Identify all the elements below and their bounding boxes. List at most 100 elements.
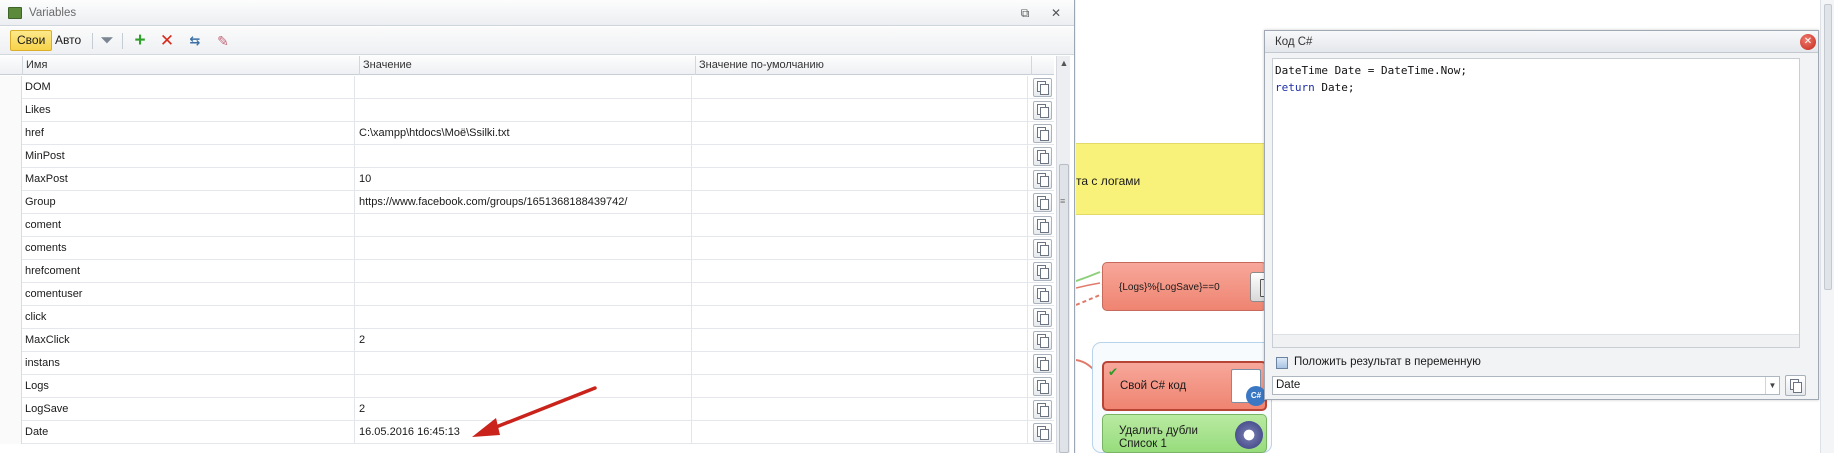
copy-value-icon[interactable] (1033, 239, 1052, 258)
table-row[interactable]: coments (0, 237, 1054, 260)
row-indicator[interactable] (0, 76, 22, 99)
variable-value-cell[interactable]: 2 (359, 329, 692, 352)
row-indicator[interactable] (0, 306, 22, 329)
condition-node[interactable]: {Logs}%{LogSave}==0 (1102, 262, 1276, 311)
variable-default-cell[interactable] (695, 375, 1028, 398)
close-dialog-icon[interactable]: ✕ (1800, 34, 1816, 50)
filter-icon[interactable]: ⏷ (98, 32, 116, 50)
variable-default-cell[interactable] (695, 99, 1028, 122)
variable-name-cell[interactable]: instans (25, 352, 355, 375)
variable-name-cell[interactable]: coments (25, 237, 355, 260)
row-indicator[interactable] (0, 398, 22, 421)
column-header-default[interactable]: Значение по-умолчанию (695, 56, 1031, 75)
table-row[interactable]: href C:\xampp\htdocs\Моё\Ssilki.txt (0, 122, 1054, 145)
variable-name-cell[interactable]: click (25, 306, 355, 329)
copy-value-icon[interactable] (1033, 354, 1052, 373)
canvas-vertical-scrollbar[interactable] (1820, 0, 1834, 453)
csharp-code-node[interactable]: Свой C# код (1102, 361, 1267, 411)
close-panel-icon[interactable]: ✕ (1048, 5, 1064, 21)
table-row[interactable]: instans (0, 352, 1054, 375)
copy-value-icon[interactable] (1033, 170, 1052, 189)
variable-name-cell[interactable]: href (25, 122, 355, 145)
variable-value-cell[interactable]: 10 (359, 168, 692, 191)
row-indicator[interactable] (0, 375, 22, 398)
table-row[interactable]: MinPost (0, 145, 1054, 168)
copy-value-icon[interactable] (1033, 262, 1052, 281)
auto-variables-toggle[interactable]: Авто (48, 30, 88, 51)
variable-value-cell[interactable] (359, 76, 692, 99)
variable-default-cell[interactable] (695, 191, 1028, 214)
copy-value-icon[interactable] (1033, 101, 1052, 120)
code-editor[interactable]: DateTime Date = DateTime.Now; return Dat… (1272, 58, 1800, 348)
variable-name-cell[interactable]: comentuser (25, 283, 355, 306)
table-vertical-scrollbar[interactable]: ▲ ≡ (1056, 56, 1070, 453)
copy-value-icon[interactable] (1033, 147, 1052, 166)
remove-duplicates-node[interactable]: Удалить дубли Список 1 (1102, 414, 1267, 453)
copy-value-icon[interactable] (1033, 400, 1052, 419)
copy-icon[interactable] (1785, 375, 1806, 396)
variable-value-cell[interactable] (359, 214, 692, 237)
variable-name-cell[interactable]: coment (25, 214, 355, 237)
code-horizontal-scrollbar[interactable] (1273, 334, 1799, 347)
variable-name-cell[interactable]: MaxPost (25, 168, 355, 191)
variable-value-cell[interactable] (359, 260, 692, 283)
variable-name-cell[interactable]: Group (25, 191, 355, 214)
variable-default-cell[interactable] (695, 76, 1028, 99)
variable-name-cell[interactable]: LogSave (25, 398, 355, 421)
variable-default-cell[interactable] (695, 122, 1028, 145)
variable-name-cell[interactable]: Date (25, 421, 355, 444)
row-indicator[interactable] (0, 168, 22, 191)
column-header-name[interactable]: Имя (22, 56, 359, 75)
variable-value-cell[interactable] (359, 99, 692, 122)
row-indicator[interactable] (0, 237, 22, 260)
copy-value-icon[interactable] (1033, 331, 1052, 350)
result-variable-select[interactable]: Date (1272, 376, 1780, 395)
table-row[interactable]: coment (0, 214, 1054, 237)
copy-value-icon[interactable] (1033, 285, 1052, 304)
table-row[interactable]: MaxPost 10 (0, 168, 1054, 191)
variable-default-cell[interactable] (695, 306, 1028, 329)
scrollbar-thumb[interactable] (1059, 164, 1069, 453)
copy-value-icon[interactable] (1033, 78, 1052, 97)
variable-default-cell[interactable] (695, 145, 1028, 168)
variable-name-cell[interactable]: MaxClick (25, 329, 355, 352)
canvas-scrollbar-thumb[interactable] (1824, 4, 1832, 290)
row-indicator[interactable] (0, 421, 22, 444)
own-variables-toggle[interactable]: Свои (10, 30, 53, 51)
variable-value-cell[interactable] (359, 352, 692, 375)
variable-value-cell[interactable] (359, 306, 692, 329)
variable-default-cell[interactable] (695, 214, 1028, 237)
table-row[interactable]: DOM (0, 76, 1054, 99)
row-indicator[interactable] (0, 122, 22, 145)
variable-name-cell[interactable]: MinPost (25, 145, 355, 168)
variable-default-cell[interactable] (695, 352, 1028, 375)
restore-window-icon[interactable]: ⧉ (1017, 5, 1033, 21)
copy-value-icon[interactable] (1033, 216, 1052, 235)
table-row[interactable]: comentuser (0, 283, 1054, 306)
copy-value-icon[interactable] (1033, 423, 1052, 442)
eraser-icon[interactable]: ✎ (214, 32, 232, 50)
variable-value-cell[interactable]: https://www.facebook.com/groups/16513681… (359, 191, 692, 214)
variable-value-cell[interactable] (359, 283, 692, 306)
copy-value-icon[interactable] (1033, 377, 1052, 396)
variable-default-cell[interactable] (695, 283, 1028, 306)
row-indicator[interactable] (0, 191, 22, 214)
table-row[interactable]: Group https://www.facebook.com/groups/165… (0, 191, 1054, 214)
row-indicator[interactable] (0, 352, 22, 375)
variable-value-cell[interactable] (359, 237, 692, 260)
variable-default-cell[interactable] (695, 329, 1028, 352)
copy-value-icon[interactable] (1033, 193, 1052, 212)
variable-name-cell[interactable]: DOM (25, 76, 355, 99)
row-indicator[interactable] (0, 145, 22, 168)
table-row[interactable]: MaxClick 2 (0, 329, 1054, 352)
row-indicator[interactable] (0, 283, 22, 306)
scroll-up-arrow-icon[interactable]: ▲ (1057, 58, 1071, 68)
chevron-down-icon[interactable]: ▼ (1765, 377, 1779, 394)
add-variable-icon[interactable]: + (131, 31, 149, 50)
variable-default-cell[interactable] (695, 398, 1028, 421)
variable-value-cell[interactable] (359, 145, 692, 168)
variable-default-cell[interactable] (695, 421, 1028, 444)
row-indicator[interactable] (0, 329, 22, 352)
store-result-checkbox[interactable] (1276, 357, 1288, 369)
code-text[interactable]: DateTime Date = DateTime.Now; return Dat… (1275, 62, 1467, 96)
